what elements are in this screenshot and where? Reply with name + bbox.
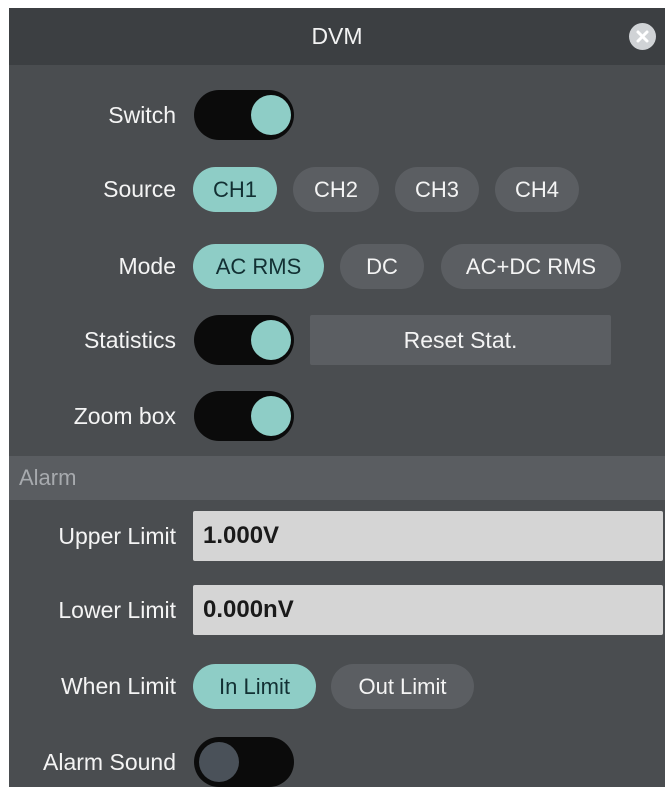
- upper-limit-label: Upper Limit: [58, 523, 176, 549]
- lower-limit-row: Lower Limit 0.000nV: [9, 585, 665, 635]
- upper-limit-field[interactable]: 1.000V: [193, 511, 663, 561]
- when-limit-row: When Limit In Limit Out Limit: [9, 664, 665, 709]
- dvm-dialog: DVM Switch Source CH1 CH2 CH3 CH4 Mode A…: [9, 8, 665, 787]
- toggle-knob: [251, 95, 291, 135]
- alarm-sound-row: Alarm Sound: [9, 737, 665, 787]
- switch-row: Switch: [9, 90, 665, 140]
- lower-limit-value: 0.000nV: [203, 596, 294, 623]
- source-row: Source CH1 CH2 CH3 CH4: [9, 167, 665, 212]
- close-icon: [636, 30, 649, 43]
- reset-stat-button[interactable]: Reset Stat.: [310, 315, 611, 365]
- zoom-box-row: Zoom box: [9, 391, 665, 441]
- toggle-knob: [199, 742, 239, 782]
- dialog-title: DVM: [311, 23, 363, 49]
- toggle-knob: [251, 396, 291, 436]
- switch-toggle[interactable]: [194, 90, 294, 140]
- mode-option-ac-dc-rms[interactable]: AC+DC RMS: [441, 244, 621, 289]
- zoom-box-toggle[interactable]: [194, 391, 294, 441]
- statistics-toggle[interactable]: [194, 315, 294, 365]
- source-option-ch3[interactable]: CH3: [395, 167, 479, 212]
- title-bar: DVM: [9, 8, 665, 65]
- mode-label: Mode: [118, 253, 176, 279]
- toggle-knob: [251, 320, 291, 360]
- statistics-row: Statistics Reset Stat.: [9, 315, 665, 365]
- lower-limit-label: Lower Limit: [58, 597, 176, 623]
- statistics-label: Statistics: [83, 327, 176, 353]
- when-limit-label: When Limit: [60, 673, 176, 699]
- source-option-ch2[interactable]: CH2: [293, 167, 379, 212]
- zoom-box-label: Zoom box: [73, 403, 176, 429]
- mode-row: Mode AC RMS DC AC+DC RMS: [9, 244, 665, 289]
- alarm-sound-toggle[interactable]: [194, 737, 294, 787]
- upper-limit-value: 1.000V: [203, 522, 280, 549]
- switch-label: Switch: [108, 102, 176, 128]
- alarm-sound-label: Alarm Sound: [43, 749, 176, 775]
- source-label: Source: [103, 176, 176, 202]
- alarm-section-header: Alarm: [9, 456, 665, 500]
- mode-option-dc[interactable]: DC: [340, 244, 424, 289]
- mode-option-ac-rms[interactable]: AC RMS: [193, 244, 324, 289]
- lower-limit-field[interactable]: 0.000nV: [193, 585, 663, 635]
- upper-limit-row: Upper Limit 1.000V: [9, 511, 665, 561]
- source-option-ch1[interactable]: CH1: [193, 167, 277, 212]
- close-button[interactable]: [629, 23, 656, 50]
- when-limit-option-in-limit[interactable]: In Limit: [193, 664, 316, 709]
- source-option-ch4[interactable]: CH4: [495, 167, 579, 212]
- alarm-section-title: Alarm: [19, 465, 77, 490]
- when-limit-option-out-limit[interactable]: Out Limit: [331, 664, 474, 709]
